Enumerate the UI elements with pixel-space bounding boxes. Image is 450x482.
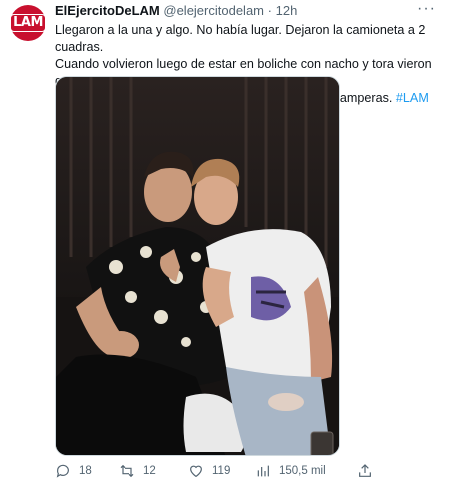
view-count: 150,5 mil [279, 465, 326, 477]
timestamp[interactable]: 12h [276, 3, 298, 18]
heart-icon [190, 465, 202, 478]
retweet-button[interactable]: 12 [119, 463, 156, 479]
views-button[interactable]: 150,5 mil [255, 463, 326, 479]
retweet-icon [120, 464, 134, 478]
more-options-icon[interactable]: ··· [417, 0, 436, 18]
like-count: 119 [212, 465, 231, 477]
like-button[interactable]: 119 [188, 463, 230, 479]
share-icon [359, 464, 371, 477]
retweet-count: 12 [143, 465, 156, 477]
avatar-logo-text: LAM [10, 14, 46, 32]
photo-two-men-in-club [56, 77, 339, 455]
reply-button[interactable]: 18 [55, 463, 92, 479]
display-name[interactable]: ElEjercitoDeLAM [55, 3, 160, 18]
tweet[interactable]: LAM ElEjercitoDeLAM @elejercitodelam · 1… [0, 0, 450, 482]
avatar[interactable]: LAM [10, 5, 46, 41]
reply-count: 18 [79, 465, 92, 477]
hashtag-link[interactable]: #LAM [396, 91, 429, 105]
tweet-photo[interactable] [55, 76, 340, 456]
separator-dot: · [267, 3, 272, 18]
views-chart-icon [257, 465, 269, 477]
tweet-header: ElEjercitoDeLAM @elejercitodelam · 12h [55, 3, 297, 18]
tweet-text-line: Llegaron a la una y algo. No había lugar… [55, 23, 426, 54]
reply-icon [56, 464, 69, 478]
tweet-actions: 18 12 119 150,5 mil [55, 463, 440, 481]
handle[interactable]: @elejercitodelam [163, 3, 264, 18]
share-button[interactable] [357, 463, 373, 479]
